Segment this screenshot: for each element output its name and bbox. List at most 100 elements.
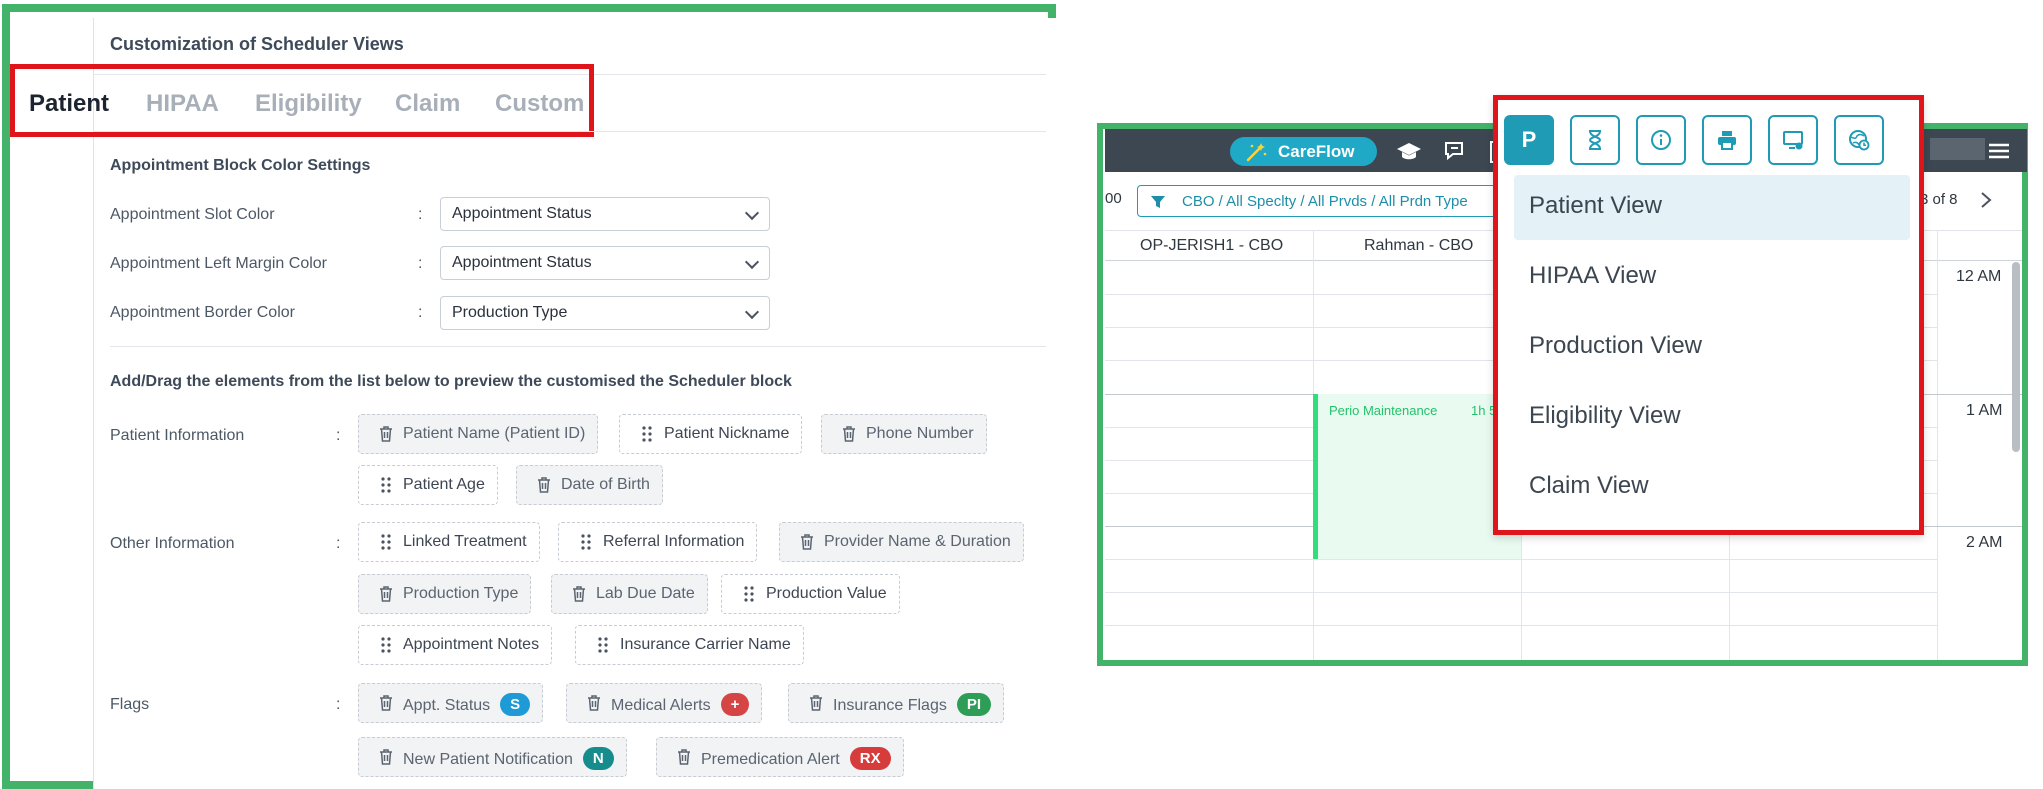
chip-label: Patient Age <box>403 476 485 493</box>
trash-icon[interactable] <box>378 694 394 712</box>
blurred-user-name <box>1930 138 1985 160</box>
trash-icon[interactable] <box>808 694 824 712</box>
chip-patient-nickname[interactable]: Patient Nickname <box>619 414 803 454</box>
status-badge: N <box>582 747 614 770</box>
drag-handle-icon[interactable] <box>639 425 655 443</box>
chip-insurance-flags[interactable]: Insurance Flags PI <box>788 683 1005 723</box>
globe-view-button[interactable] <box>1834 115 1884 165</box>
appointment-block[interactable]: Perio Maintenance 1h 5 <box>1313 394 1521 559</box>
chip-phone-number[interactable]: Phone Number <box>821 414 987 454</box>
careflow-button[interactable]: CareFlow <box>1230 137 1377 166</box>
time-label-12am: 12 AM <box>1956 268 2002 285</box>
color-settings-heading: Appointment Block Color Settings <box>110 157 371 174</box>
chip-label: Date of Birth <box>561 476 650 493</box>
status-badge: S <box>500 693 531 716</box>
chip-provider-name-duration[interactable]: Provider Name & Duration <box>779 522 1024 562</box>
trash-icon[interactable] <box>571 585 587 603</box>
scrollbar-thumb[interactable] <box>2012 262 2020 452</box>
trash-icon[interactable] <box>586 694 602 712</box>
drag-handle-icon[interactable] <box>578 533 594 551</box>
chevron-down-icon <box>744 304 760 320</box>
monitor-user-icon <box>1783 131 1803 150</box>
column-header-op-jerish1: OP-JERISH1 - CBO <box>1140 237 1284 254</box>
hourglass-view-button[interactable] <box>1570 115 1620 165</box>
drag-elements-heading: Add/Drag the elements from the list belo… <box>110 373 792 390</box>
magic-wand-icon <box>1246 143 1267 162</box>
trash-icon[interactable] <box>378 585 394 603</box>
chip-appt-status[interactable]: Appt. Status S <box>358 683 544 723</box>
globe-clock-icon <box>1849 130 1870 151</box>
time-label-1am: 1 AM <box>1966 402 2003 419</box>
chip-insurance-carrier-name[interactable]: Insurance Carrier Name <box>575 625 804 665</box>
menu-item-hipaa-view[interactable]: HIPAA View <box>1514 245 1910 310</box>
chevron-right-icon[interactable] <box>1980 191 1992 209</box>
info-view-button[interactable] <box>1636 115 1686 165</box>
chip-patient-age[interactable]: Patient Age <box>358 465 498 505</box>
chip-date-of-birth[interactable]: Date of Birth <box>516 465 663 505</box>
border-color-label: Appointment Border Color <box>110 304 295 321</box>
status-badge: RX <box>849 747 891 770</box>
filter-pill[interactable]: CBO / All Speclty / All Prvds / All Prdn… <box>1137 185 1504 217</box>
chip-label: Appointment Notes <box>403 636 540 653</box>
other-information-label: Other Information <box>110 535 235 552</box>
patient-information-label: Patient Information <box>110 427 245 444</box>
graduation-cap-icon[interactable] <box>1395 139 1423 165</box>
time-label-2am: 2 AM <box>1966 534 2003 551</box>
chip-referral-information[interactable]: Referral Information <box>558 522 758 562</box>
chip-new-patient-notification[interactable]: New Patient Notification N <box>358 737 627 777</box>
chip-label: Production Type <box>403 585 519 602</box>
colon: : <box>336 427 341 444</box>
chip-production-type[interactable]: Production Type <box>358 574 532 614</box>
colon: : <box>336 535 341 552</box>
chip-patient-name[interactable]: Patient Name (Patient ID) <box>358 414 599 454</box>
left-margin-color-select[interactable]: Appointment Status <box>440 246 770 280</box>
menu-item-patient-view[interactable]: Patient View <box>1514 175 1910 240</box>
status-badge: + <box>720 693 750 716</box>
trash-icon[interactable] <box>378 425 394 443</box>
monitor-view-button[interactable] <box>1768 115 1818 165</box>
colon: : <box>336 696 341 713</box>
chat-icon[interactable] <box>1442 139 1470 165</box>
trash-icon[interactable] <box>676 748 692 766</box>
slot-color-select[interactable]: Appointment Status <box>440 197 770 231</box>
chip-label: Insurance Carrier Name <box>620 636 791 653</box>
trash-icon[interactable] <box>799 533 815 551</box>
chip-label: Lab Due Date <box>596 585 695 602</box>
colon: : <box>418 255 423 272</box>
menu-item-claim-view[interactable]: Claim View <box>1514 455 1910 520</box>
drag-handle-icon[interactable] <box>595 636 611 654</box>
grid-line <box>1105 592 1937 593</box>
panel-title: Customization of Scheduler Views <box>110 34 404 54</box>
patient-view-button[interactable]: P <box>1504 115 1554 165</box>
drag-handle-icon[interactable] <box>741 585 757 603</box>
drag-handle-icon[interactable] <box>378 533 394 551</box>
hamburger-menu-icon[interactable] <box>1988 143 2010 159</box>
left-margin-color-label: Appointment Left Margin Color <box>110 255 327 272</box>
chip-appointment-notes[interactable]: Appointment Notes <box>358 625 553 665</box>
chip-label: Medical Alerts <box>611 697 711 714</box>
drag-handle-icon[interactable] <box>378 636 394 654</box>
menu-item-production-view[interactable]: Production View <box>1514 315 1910 380</box>
info-icon <box>1651 130 1671 150</box>
chip-production-value[interactable]: Production Value <box>721 574 900 614</box>
select-value: Appointment Status <box>452 205 592 222</box>
divider <box>94 131 1046 132</box>
filter-text: CBO / All Speclty / All Prvds / All Prdn… <box>1182 193 1468 210</box>
chip-linked-treatment[interactable]: Linked Treatment <box>358 522 540 562</box>
trash-icon[interactable] <box>536 476 552 494</box>
trash-icon[interactable] <box>378 748 394 766</box>
menu-item-eligibility-view[interactable]: Eligibility View <box>1514 385 1910 450</box>
border-color-select[interactable]: Production Type <box>440 296 770 330</box>
trash-icon[interactable] <box>841 425 857 443</box>
filter-icon <box>1151 196 1165 208</box>
chip-medical-alerts[interactable]: Medical Alerts + <box>566 683 763 723</box>
print-view-button[interactable] <box>1702 115 1752 165</box>
date-fragment: 00 <box>1105 190 1122 207</box>
chip-premedication-alert[interactable]: Premedication Alert RX <box>656 737 904 777</box>
hourglass-icon <box>1588 130 1602 150</box>
grid-line <box>1105 559 1937 560</box>
flags-label: Flags <box>110 696 150 713</box>
chip-label: Production Value <box>766 585 887 602</box>
chip-lab-due-date[interactable]: Lab Due Date <box>551 574 708 614</box>
drag-handle-icon[interactable] <box>378 476 394 494</box>
